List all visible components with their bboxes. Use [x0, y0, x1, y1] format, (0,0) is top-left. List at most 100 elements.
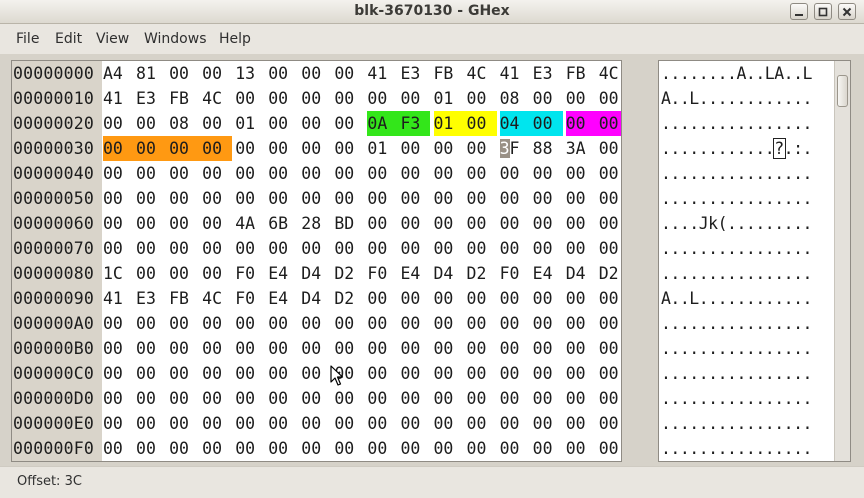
- hex-byte[interactable]: 00: [565, 111, 600, 136]
- ascii-view[interactable]: ........A..LA..L A..L....................…: [658, 60, 851, 462]
- hex-byte[interactable]: 00: [301, 311, 333, 336]
- hex-byte[interactable]: 00: [400, 286, 432, 311]
- hex-byte[interactable]: 00: [566, 86, 598, 111]
- hex-byte[interactable]: 00: [533, 336, 565, 361]
- hex-byte[interactable]: 00: [202, 61, 234, 86]
- hex-byte[interactable]: 00: [400, 436, 432, 461]
- hex-byte[interactable]: 00: [467, 386, 499, 411]
- hex-byte[interactable]: 00: [566, 336, 598, 361]
- hex-byte[interactable]: 00: [301, 111, 333, 136]
- hex-byte[interactable]: 00: [169, 336, 201, 361]
- hex-byte[interactable]: 00: [202, 336, 234, 361]
- hex-byte[interactable]: 00: [301, 411, 333, 436]
- hex-byte[interactable]: 00: [500, 361, 532, 386]
- hex-byte[interactable]: 00: [169, 161, 201, 186]
- hex-byte[interactable]: BD: [334, 211, 366, 236]
- hex-byte[interactable]: 00: [301, 386, 333, 411]
- hex-byte[interactable]: 00: [434, 286, 466, 311]
- hex-byte[interactable]: 00: [533, 86, 565, 111]
- hex-byte[interactable]: 00: [467, 311, 499, 336]
- hex-byte[interactable]: 00: [434, 361, 466, 386]
- hex-byte[interactable]: 00: [599, 186, 621, 211]
- hex-byte[interactable]: 00: [434, 161, 466, 186]
- hex-byte[interactable]: D4: [566, 261, 598, 286]
- hex-byte[interactable]: 00: [599, 236, 621, 261]
- hex-byte[interactable]: 00: [235, 411, 267, 436]
- hex-byte[interactable]: 00: [334, 436, 366, 461]
- hex-byte[interactable]: 00: [467, 136, 499, 161]
- hex-byte[interactable]: 00: [533, 211, 565, 236]
- hex-byte[interactable]: 00: [533, 386, 565, 411]
- hex-byte[interactable]: 00: [566, 211, 598, 236]
- minimize-button[interactable]: [790, 3, 808, 20]
- hex-byte[interactable]: 00: [268, 386, 300, 411]
- hex-byte[interactable]: 00: [202, 161, 234, 186]
- hex-byte[interactable]: 00: [136, 311, 168, 336]
- hex-byte[interactable]: 08: [169, 111, 201, 136]
- hex-byte[interactable]: 00: [136, 436, 168, 461]
- hex-byte[interactable]: FB: [434, 61, 466, 86]
- menu-windows[interactable]: Windows: [144, 31, 207, 47]
- hex-byte[interactable]: 00: [467, 161, 499, 186]
- hex-byte[interactable]: F3: [400, 111, 431, 136]
- close-button[interactable]: [838, 3, 856, 20]
- hex-byte[interactable]: 00: [532, 111, 563, 136]
- hex-byte[interactable]: 00: [268, 236, 300, 261]
- hex-byte[interactable]: 00: [103, 336, 135, 361]
- hex-byte[interactable]: 00: [367, 186, 399, 211]
- hex-byte[interactable]: 81: [136, 61, 168, 86]
- hex-byte[interactable]: 00: [202, 411, 234, 436]
- vertical-scrollbar[interactable]: [834, 61, 850, 461]
- hex-byte[interactable]: D2: [599, 261, 621, 286]
- hex-byte[interactable]: 00: [235, 436, 267, 461]
- hex-byte[interactable]: F0: [500, 261, 532, 286]
- hex-byte[interactable]: 00: [367, 236, 399, 261]
- hex-byte[interactable]: 00: [235, 336, 267, 361]
- hex-byte[interactable]: E3: [136, 286, 168, 311]
- hex-byte[interactable]: 00: [136, 236, 168, 261]
- hex-byte[interactable]: 41: [103, 86, 135, 111]
- hex-byte[interactable]: 00: [566, 361, 598, 386]
- hex-byte[interactable]: 00: [268, 61, 300, 86]
- hex-byte[interactable]: 00: [434, 236, 466, 261]
- hex-byte[interactable]: 00: [103, 361, 135, 386]
- hex-byte[interactable]: 00: [235, 161, 267, 186]
- hex-byte[interactable]: 00: [169, 136, 203, 161]
- hex-byte[interactable]: 00: [467, 411, 499, 436]
- hex-byte[interactable]: 00: [103, 136, 137, 161]
- hex-byte[interactable]: 00: [566, 411, 598, 436]
- hex-byte[interactable]: F0: [235, 286, 267, 311]
- hex-byte[interactable]: D2: [334, 286, 366, 311]
- hex-byte[interactable]: 00: [500, 186, 532, 211]
- hex-byte[interactable]: 00: [466, 111, 497, 136]
- hex-byte[interactable]: 00: [500, 161, 532, 186]
- hex-byte[interactable]: 00: [169, 211, 201, 236]
- hex-byte[interactable]: 00: [103, 161, 135, 186]
- hex-byte[interactable]: 00: [566, 436, 598, 461]
- hex-byte[interactable]: 00: [367, 86, 399, 111]
- hex-byte[interactable]: 00: [533, 436, 565, 461]
- hex-byte[interactable]: 00: [301, 436, 333, 461]
- hex-byte[interactable]: 00: [500, 336, 532, 361]
- hex-byte[interactable]: 00: [334, 336, 366, 361]
- hex-byte[interactable]: 4C: [202, 86, 234, 111]
- hex-byte[interactable]: 0A: [367, 111, 401, 136]
- hex-byte[interactable]: 41: [367, 61, 399, 86]
- hex-byte[interactable]: 1C: [103, 261, 135, 286]
- hex-byte[interactable]: 00: [103, 386, 135, 411]
- hex-byte[interactable]: 41: [103, 286, 135, 311]
- hex-byte[interactable]: 00: [235, 386, 267, 411]
- hex-byte[interactable]: 00: [400, 161, 432, 186]
- hex-byte[interactable]: 00: [334, 136, 366, 161]
- hex-byte[interactable]: 00: [533, 236, 565, 261]
- hex-byte[interactable]: 00: [202, 111, 234, 136]
- hex-view[interactable]: 00000000 A4 81 00 00 13 00 00 00 41 E3 FB 4C 41 E3 FB 4C…: [11, 60, 622, 462]
- hex-byte[interactable]: 00: [400, 411, 432, 436]
- hex-byte[interactable]: 00: [434, 386, 466, 411]
- hex-byte[interactable]: 00: [334, 386, 366, 411]
- hex-byte[interactable]: 00: [136, 261, 168, 286]
- menu-help[interactable]: Help: [219, 31, 251, 47]
- hex-byte[interactable]: 00: [599, 136, 621, 161]
- hex-byte[interactable]: 4A: [235, 211, 267, 236]
- hex-byte[interactable]: 00: [400, 86, 432, 111]
